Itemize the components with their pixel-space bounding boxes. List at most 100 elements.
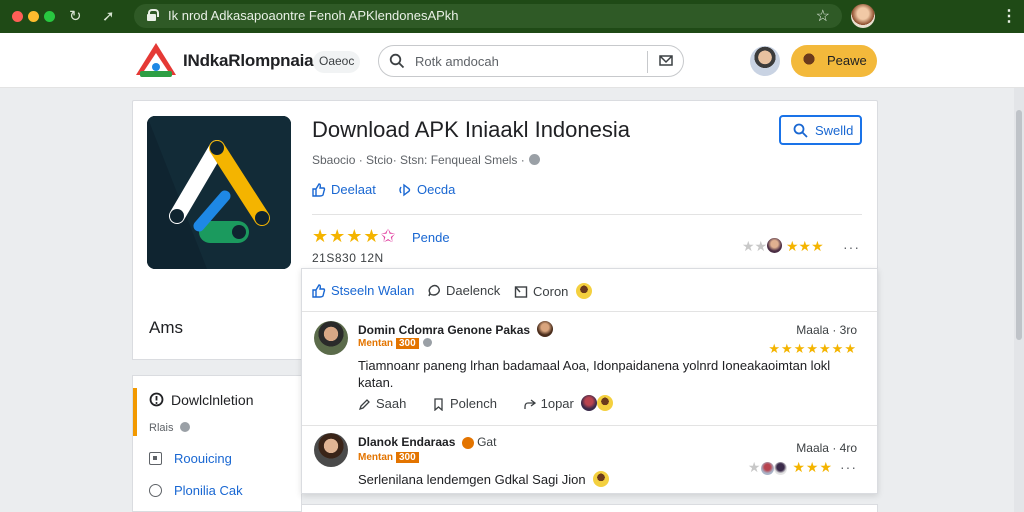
install-button[interactable]: Swelld	[779, 115, 862, 145]
emoji-icon	[593, 471, 610, 487]
documentation-subtitle: Rlais	[149, 422, 190, 434]
reviews-panel: Stseeln Walan Daelenck Coron Domin Cdomr…	[301, 268, 878, 494]
comment-action[interactable]: Daelenck	[427, 283, 500, 298]
badge-count: 300	[396, 452, 419, 463]
rating-label[interactable]: Pende	[412, 230, 450, 245]
reviewer-mini-avatar	[461, 437, 474, 449]
thumbs-up-icon	[312, 183, 326, 197]
reaction-icon	[581, 395, 598, 411]
reviewer-name[interactable]: Dlanok Endaraas Gat	[358, 435, 496, 449]
status-dot-icon	[179, 422, 190, 432]
apps-panel: Ams	[132, 290, 302, 360]
reviewer-badge: Mentan 300	[358, 338, 432, 349]
documentation-title-text: Dowlclnletion	[171, 392, 254, 408]
card-divider	[312, 214, 862, 215]
details-link[interactable]: Deelaat	[312, 182, 376, 197]
review-reply-action[interactable]: Saah	[358, 396, 410, 411]
app-meta-text: Sbaocio · Stcio· Stsn: Fenqueal Smels ·	[312, 153, 525, 167]
inbox-icon[interactable]	[659, 54, 673, 68]
sidebar-item-roouicing[interactable]: Roouicing	[149, 451, 232, 466]
install-label: Swelld	[815, 123, 854, 138]
search-icon	[389, 53, 405, 69]
share-link[interactable]: Oecda	[398, 182, 455, 197]
scrollbar-thumb[interactable]	[1016, 110, 1022, 340]
browser-toolbar: ↻ ➚ Ik nrod Adkasapoaontre Fenoh APKlend…	[0, 0, 1024, 33]
forward-icon[interactable]: ➚	[102, 7, 115, 25]
app-rating-stars: ★★★★✩	[312, 226, 397, 246]
site-header: INdkaRlompnaia Oaeoc Rotk amdocah Peawe	[0, 33, 1024, 88]
details-label: Deelaat	[331, 182, 376, 197]
review-share-action[interactable]: 1opar	[523, 395, 614, 411]
documentation-subtitle-text: Rlais	[149, 422, 174, 434]
square-icon	[149, 452, 162, 465]
address-bar[interactable]: Ik nrod Adkasapoaontre Fenoh APKlendones…	[134, 4, 842, 28]
app-stats: 21S830 12N	[312, 251, 384, 265]
app-meta: Sbaocio · Stcio· Stsn: Fenqueal Smels ·	[312, 153, 540, 167]
review-save-action[interactable]: Polench	[432, 396, 501, 411]
review-item: Domin Cdomra Genone Pakas Mentan 300 Maal…	[302, 319, 877, 429]
verified-icon	[528, 154, 540, 165]
reviewer-avatar[interactable]	[314, 321, 348, 355]
rating-summary: ★★ ★★★	[742, 238, 824, 254]
search-input[interactable]: Rotk amdocah	[415, 54, 499, 69]
comment-label: Daelenck	[446, 283, 501, 298]
reviewer-badge: Mentan 300	[358, 452, 419, 463]
premium-label: Peawe	[827, 53, 867, 68]
user-avatar[interactable]	[750, 46, 780, 76]
reviewer-extra: Gat	[477, 435, 497, 449]
save-label: Polench	[450, 396, 497, 411]
subscribe-action[interactable]: Stseeln Walan	[312, 283, 414, 298]
share-icon	[399, 183, 411, 197]
emoji-icon	[576, 283, 593, 299]
search-bar[interactable]: Rotk amdocah	[378, 45, 684, 77]
site-brand-name[interactable]: INdkaRlompnaia	[183, 51, 314, 71]
documentation-title[interactable]: Dowlclnletion	[149, 392, 253, 408]
documentation-panel: Dowlclnletion Rlais Roouicing Plonilia C…	[132, 375, 302, 512]
reviewer-mini-avatar	[537, 321, 554, 337]
report-action[interactable]: Coron	[514, 283, 593, 299]
active-accent-bar	[133, 388, 137, 436]
browser-menu-icon[interactable]: ⋮	[1001, 6, 1017, 26]
minimize-window-button[interactable]	[28, 11, 39, 22]
review-stars: ★★★★★★★	[768, 341, 857, 356]
close-window-button[interactable]	[12, 11, 23, 22]
thumbs-up-icon	[312, 284, 326, 298]
apps-label[interactable]: Ams	[149, 318, 183, 338]
review-footer: Saah Polench 1opar	[358, 395, 635, 411]
browser-profile-avatar[interactable]	[851, 4, 875, 28]
reload-icon[interactable]: ↻	[69, 7, 82, 25]
site-logo[interactable]	[134, 41, 178, 79]
app-icon	[147, 116, 291, 269]
reviewer-name-text: Dlanok Endaraas	[358, 435, 456, 449]
reaction-icon	[597, 395, 614, 411]
review-text: Serlenilana lendemgen Gdkal Sagi Jion	[358, 471, 858, 488]
reviewer-avatar[interactable]	[314, 433, 348, 467]
page-scrollbar[interactable]	[1014, 88, 1024, 512]
search-divider	[647, 51, 648, 73]
sidebar-item-plonilia[interactable]: Plonilia Cak	[149, 483, 243, 498]
review-text: Tiamnoanr paneng lrhan badamaal Aoa, Ido…	[358, 358, 831, 390]
flag-icon	[514, 286, 528, 298]
sidebar-item-label: Roouicing	[174, 451, 232, 466]
address-text[interactable]: Ik nrod Adkasapoaontre Fenoh APKlendones…	[168, 8, 459, 23]
subscribe-label: Stseeln Walan	[331, 283, 415, 298]
premium-button[interactable]: Peawe	[791, 45, 877, 77]
badge-count: 300	[396, 338, 419, 349]
reviewer-name[interactable]: Domin Cdomra Genone Pakas	[358, 321, 554, 337]
premium-avatar	[799, 51, 819, 71]
next-panel-edge	[301, 504, 878, 512]
lock-icon	[147, 9, 159, 21]
review-date: Maala · 3ro	[796, 323, 857, 337]
comment-icon	[428, 284, 440, 297]
search-icon	[793, 123, 808, 138]
reviewer-name-text: Domin Cdomra Genone Pakas	[358, 323, 531, 337]
reply-label: Saah	[376, 396, 407, 411]
app-title: Download APK Iniaakl Indonesia	[312, 117, 630, 142]
more-options-icon[interactable]: ···	[843, 239, 860, 255]
badge-info-icon	[422, 338, 432, 347]
maximize-window-button[interactable]	[44, 11, 55, 22]
share-icon	[523, 399, 536, 409]
bookmark-star-icon[interactable]: ☆	[816, 6, 830, 26]
nav-chip[interactable]: Oaeoc	[313, 51, 361, 73]
pencil-icon	[358, 399, 370, 411]
